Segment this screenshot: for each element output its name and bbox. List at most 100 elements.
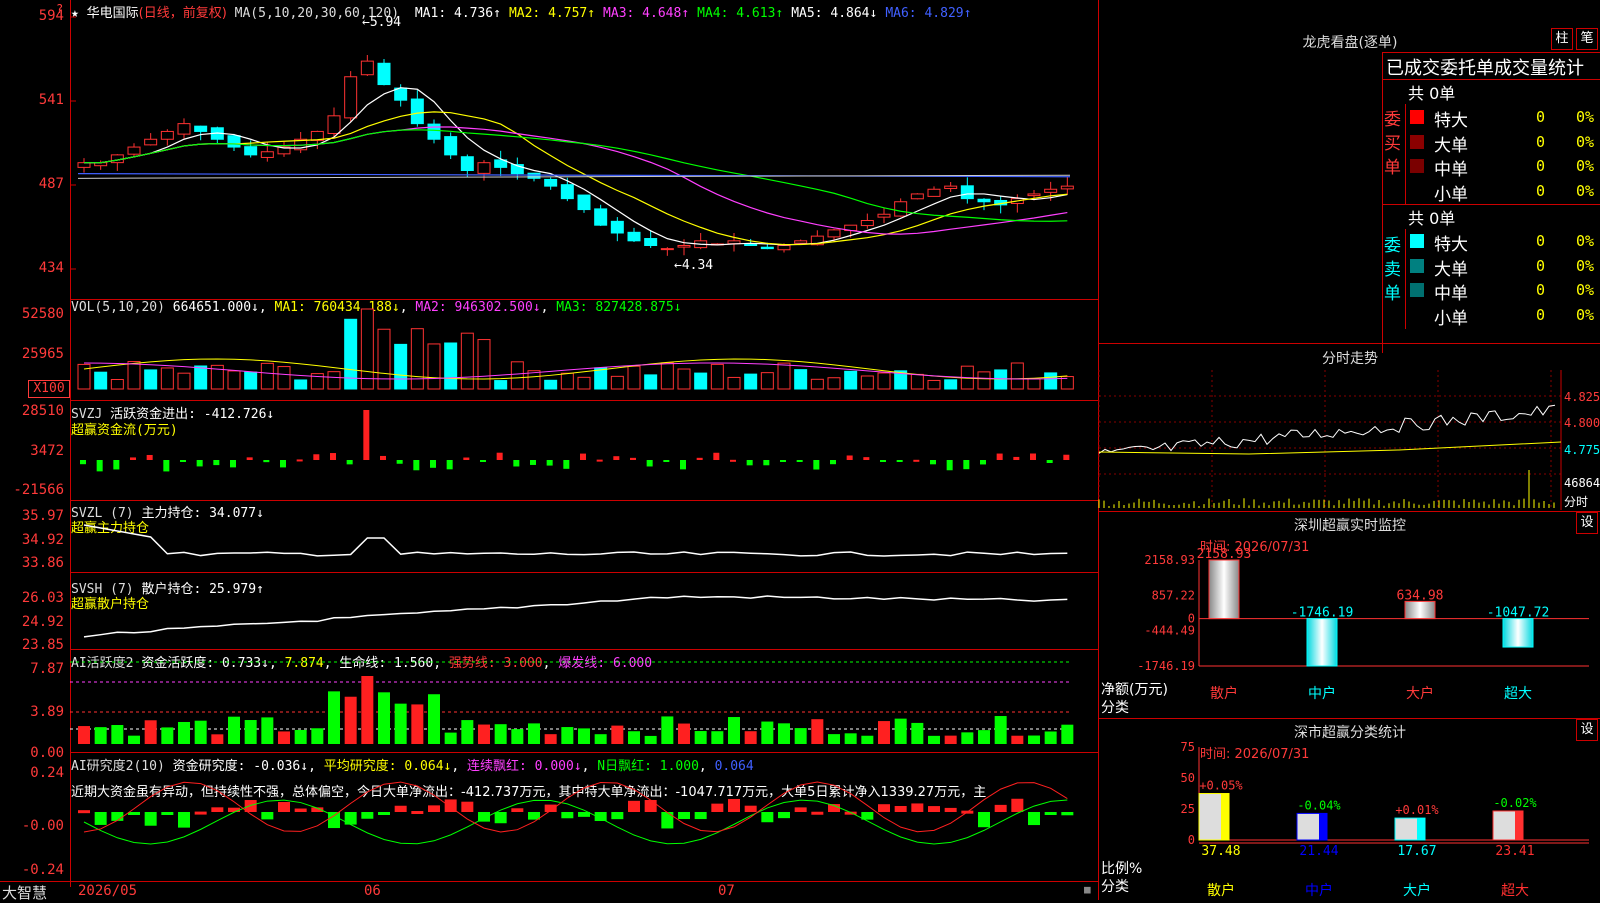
research-bar (378, 812, 390, 815)
stats-y-name: 比例% (1101, 861, 1143, 877)
flow-bar (413, 460, 420, 471)
research-bar (978, 812, 990, 828)
stats-x-name: 分类 (1101, 879, 1129, 895)
monitor-bar-label: 634.98 (1397, 588, 1444, 603)
ai-activity-chart[interactable] (70, 649, 1098, 752)
research-bar (928, 806, 940, 812)
candle (927, 188, 941, 197)
flow-bar (996, 453, 1003, 460)
kline-chart[interactable]: ←5.94 ←4.34 (70, 0, 1098, 299)
activity-bar (528, 723, 540, 744)
vol-bar (1027, 378, 1041, 390)
tick-mode-button[interactable]: 笔 (1576, 28, 1598, 50)
vol-bar (910, 373, 924, 390)
research-bar (411, 811, 424, 815)
buy-total: 共 0单 (1408, 84, 1456, 103)
candle (460, 156, 474, 171)
sell-pct: 0% (1576, 232, 1595, 250)
candle (194, 125, 208, 132)
vol-bar (460, 332, 474, 390)
vol-bar (594, 367, 608, 390)
main-position-line (83, 524, 1068, 557)
candle (894, 201, 908, 217)
activity-bar (561, 727, 574, 744)
sell-name: 大单 (1434, 259, 1468, 280)
vol-bar (627, 365, 641, 390)
monitor-category: 散户 (1210, 685, 1238, 702)
research-bar (678, 812, 690, 820)
activity-bar (761, 721, 774, 744)
activity-bar (411, 704, 424, 744)
candle (977, 198, 991, 203)
vol-unit[interactable]: X100 (28, 380, 70, 398)
flow-bar (380, 455, 386, 460)
flow-bar (813, 460, 820, 470)
research-bar (361, 812, 374, 819)
activity-bar (844, 733, 857, 744)
sell-count: 0 (1536, 281, 1546, 299)
vol-bar (810, 378, 824, 390)
sell-pct: 0% (1576, 256, 1595, 275)
flow-bar (830, 460, 836, 465)
vol-bar (844, 370, 858, 390)
intraday-vol-label: 分时 (1564, 495, 1589, 509)
question-icon[interactable]: ? (56, 2, 63, 16)
research-bar (944, 807, 957, 812)
dragon-title: 龙虎看盘(逐单) (1302, 35, 1398, 51)
flow-bar (846, 455, 853, 460)
activity-bar (544, 734, 557, 744)
research-bar (111, 812, 124, 821)
svzj-chart[interactable] (70, 400, 1098, 500)
vol-bar (260, 362, 274, 390)
flow-bar (896, 460, 903, 462)
ai2-tick: -0.24 (21, 862, 64, 878)
activity-bar (978, 730, 990, 744)
svzl-chart[interactable] (70, 500, 1098, 572)
buy-pct: 0% (1576, 181, 1595, 200)
research-bar (894, 805, 907, 812)
activity-bar (511, 729, 524, 744)
monitor-chart[interactable]: 2158.93857.220-444.49-1746.192158.93散户-1… (1099, 512, 1600, 718)
flow-bar (480, 460, 486, 462)
activity-bar (278, 731, 290, 744)
vol-bar (827, 377, 841, 390)
activity-bar (711, 731, 724, 744)
activity-bar (944, 735, 957, 744)
svzl-tick: 34.92 (21, 532, 64, 548)
divider (1099, 343, 1600, 344)
research-bar (278, 802, 290, 812)
intraday-chart[interactable] (1098, 370, 1600, 510)
candle (227, 135, 241, 148)
sell-pct: 0% (1576, 281, 1595, 299)
sell-count: 0 (1536, 305, 1546, 324)
intraday-price: 4.825 (1564, 390, 1600, 404)
candle (527, 172, 541, 179)
ai-research-chart[interactable] (70, 752, 1098, 881)
candle (1027, 193, 1041, 197)
sell-swatch (1410, 283, 1424, 297)
flow-bar (330, 453, 336, 460)
vol-bar (927, 379, 941, 390)
sell-name: 中单 (1434, 284, 1468, 304)
volume-chart[interactable] (70, 299, 1098, 400)
lock-icon[interactable]: ■ (1084, 883, 1091, 896)
flow-bar (580, 453, 586, 460)
vol-bar (760, 372, 774, 390)
stats-chart[interactable]: 75 50 25 0 +0.05% 37.48 散户 -0.04% 21.44 中户 +0.01% 1… (1099, 719, 1600, 900)
svzj-tick: 3472 (30, 443, 64, 459)
vol-bar (1044, 372, 1058, 390)
activity-bar (461, 720, 474, 744)
vol-bar (377, 328, 391, 390)
svsh-chart[interactable] (70, 572, 1098, 649)
activity-bar (578, 728, 590, 744)
research-bar (778, 812, 790, 819)
buy-count: 0 (1536, 157, 1546, 175)
intraday-price: 4.800 (1564, 416, 1600, 430)
candle (610, 220, 624, 234)
bar-mode-button[interactable]: 柱 (1551, 28, 1573, 50)
sell-pct: 0% (1576, 305, 1595, 324)
stats-category: 超大 (1501, 883, 1529, 899)
flow-bar (363, 410, 370, 460)
activity-bar (378, 692, 390, 744)
flow-bar (980, 460, 986, 465)
